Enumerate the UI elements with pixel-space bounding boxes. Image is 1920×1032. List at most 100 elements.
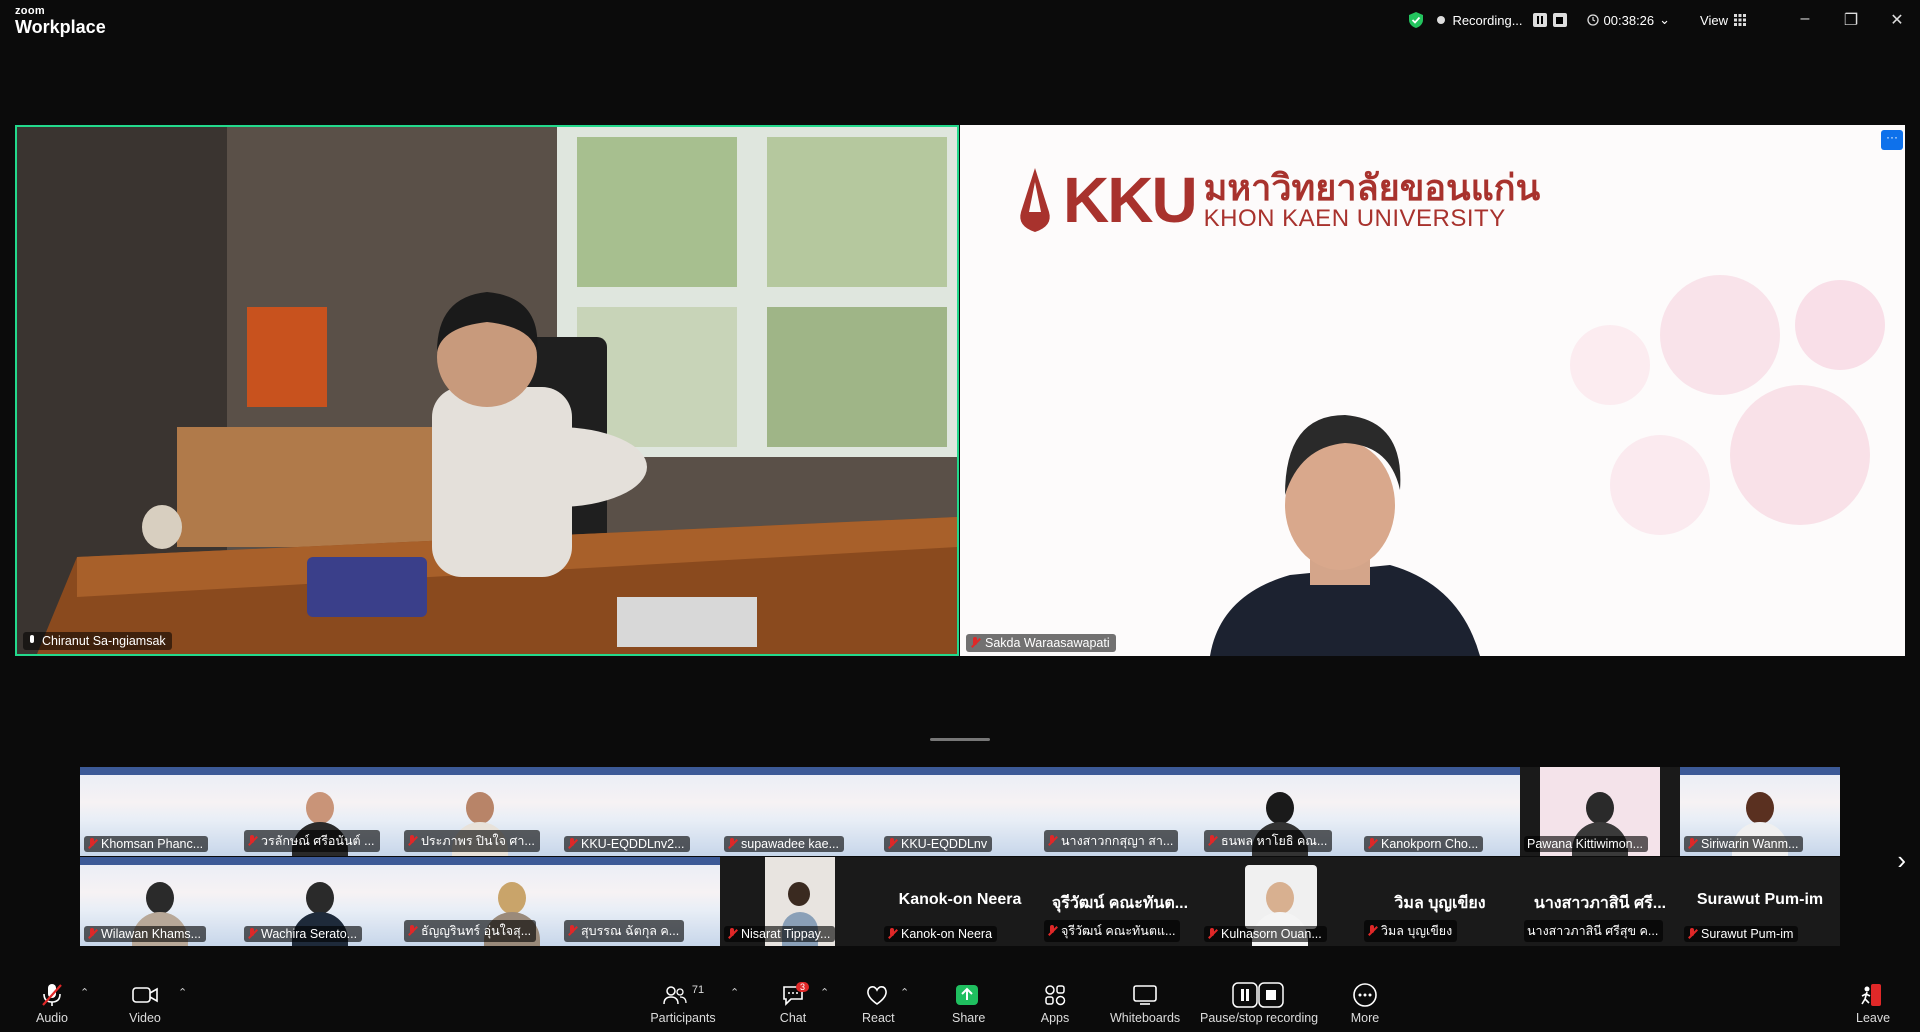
participant-nametag: KKU-EQDDLnv2...	[564, 836, 690, 852]
participant-nametag: Kanok-on Neera	[884, 926, 998, 942]
participant-tile[interactable]: Wachira Serato...	[240, 857, 400, 946]
participant-tile[interactable]: Nisarat Tippay...	[720, 857, 880, 946]
participant-name: สุบรรณ ฉัตกุล ค...	[581, 924, 680, 938]
participant-nametag: Khomsan Phanc...	[84, 836, 209, 852]
whiteboards-button[interactable]: Whiteboards	[1110, 982, 1180, 1025]
participant-nametag: Wilawan Khams...	[84, 926, 207, 942]
chat-label: Chat	[779, 1011, 807, 1025]
recording-label: Pause/stop recording	[1200, 1011, 1319, 1025]
gallery-next-page-icon[interactable]: ›	[1897, 845, 1906, 876]
participant-name: นางสาวกกสุญา สา...	[1061, 834, 1174, 848]
chevron-down-icon: ⌄	[1659, 12, 1671, 27]
participant-tile[interactable]: Kulnasorn Ouan...	[1200, 857, 1360, 946]
kku-english-name: KHON KAEN UNIVERSITY	[1203, 205, 1506, 233]
speaker-name: Chiranut Sa-ngiamsak	[42, 634, 166, 648]
participants-icon	[663, 986, 687, 1005]
participant-tile[interactable]: ธนพล หาโยธิ คณ...	[1200, 767, 1360, 856]
participant-name: นางสาวภาสินี ศรีสุข ค...	[1527, 924, 1659, 938]
participant-nametag: ประภาพร ปินใจ ศา...	[404, 830, 540, 852]
chat-button[interactable]: 3 Chat	[778, 982, 810, 1025]
pause-recording-button[interactable]	[1532, 13, 1547, 27]
stop-recording-button[interactable]	[1552, 13, 1567, 27]
participant-name: ประภาพร ปินใจ ศา...	[421, 834, 535, 848]
participant-tile[interactable]: นางสาวกกสุญา สา...	[1040, 767, 1200, 856]
participant-tile[interactable]: Wilawan Khams...	[80, 857, 240, 946]
participant-tile[interactable]: ธัญญรินทร์ อุ่นใจสุ...	[400, 857, 560, 946]
participant-display-name: นางสาวภาสินี ศรี...	[1533, 895, 1667, 912]
react-button[interactable]: React	[862, 982, 895, 1025]
muted-mic-icon	[887, 928, 897, 940]
participant-display-name: Surawut Pum-im	[1696, 891, 1824, 908]
leave-label: Leave	[1856, 1011, 1891, 1025]
stop-icon	[1556, 16, 1564, 24]
participant-nametag: supawadee kae...	[724, 836, 844, 852]
muted-mic-icon	[1687, 838, 1697, 850]
restore-icon[interactable]: ❐	[1828, 10, 1874, 30]
participant-tile[interactable]: วรลักษณ์ ศรีอนันต์ ...	[240, 767, 400, 856]
react-options-chevron-icon[interactable]: ⌃	[900, 986, 909, 999]
participant-tile[interactable]: supawadee kae...	[720, 767, 880, 856]
participant-tile[interactable]: KKU-EQDDLnv	[880, 767, 1040, 856]
pause-icon	[1536, 16, 1543, 24]
resize-handle[interactable]	[930, 738, 990, 741]
participant-tile[interactable]: Siriwarin Wanm...	[1680, 767, 1840, 856]
brand-title: Workplace	[15, 17, 106, 37]
video-button[interactable]: Video	[128, 982, 162, 1025]
participant-nametag: นางสาวภาสินี ศรีสุข ค...	[1524, 920, 1664, 942]
muted-mic-icon	[87, 838, 97, 850]
participant-tile[interactable]: Kanokporn Cho...	[1360, 767, 1520, 856]
participant-display-name: Kanok-on Neera	[898, 891, 1022, 908]
participant-tile[interactable]: สุบรรณ ฉัตกุล ค...	[560, 857, 720, 946]
recording-controls-icon	[1232, 982, 1284, 1008]
chat-options-chevron-icon[interactable]: ⌃	[820, 986, 829, 999]
participant-tile[interactable]: Khomsan Phanc...	[80, 767, 240, 856]
participant-tile[interactable]: ประภาพร ปินใจ ศา...	[400, 767, 560, 856]
apps-button[interactable]: Apps	[1040, 982, 1070, 1025]
meeting-timer[interactable]: 00:38:26 ⌄	[1586, 12, 1671, 28]
participant-nametag: วรลักษณ์ ศรีอนันต์ ...	[244, 830, 380, 852]
participants-options-chevron-icon[interactable]: ⌃	[730, 986, 739, 999]
react-label: React	[862, 1011, 895, 1025]
title-bar: zoom Workplace Recording... 00:38:26 ⌄ V…	[0, 0, 1920, 44]
zoom-logo: zoom Workplace	[15, 5, 106, 37]
more-options-icon[interactable]: ···	[1881, 130, 1903, 150]
participant-nametag: Siriwarin Wanm...	[1684, 836, 1804, 852]
brand-small: zoom	[15, 5, 45, 17]
audio-options-chevron-icon[interactable]: ⌃	[80, 986, 89, 999]
participant-display-name: วิมล บุญเขียง	[1394, 895, 1486, 912]
pause-stop-recording-button[interactable]: Pause/stop recording	[1200, 982, 1319, 1025]
leave-button[interactable]: Leave	[1856, 982, 1891, 1025]
apps-icon	[1045, 985, 1066, 1006]
more-label: More	[1350, 1011, 1380, 1025]
participant-tile[interactable]: Kanok-on Neera Kanok-on Neera	[880, 857, 1040, 946]
participants-button[interactable]: 71 Participants	[650, 982, 716, 1025]
speaker-video[interactable]: KKU มหาวิทยาลัยขอนแก่น KHON KAEN UNIVERS…	[960, 125, 1905, 656]
active-speaker-video[interactable]: Chiranut Sa-ngiamsak	[15, 125, 959, 656]
participant-nametag: KKU-EQDDLnv	[884, 836, 993, 852]
more-button[interactable]: More	[1350, 982, 1380, 1025]
mic-icon	[27, 635, 37, 647]
audio-button[interactable]: Audio	[30, 982, 74, 1025]
share-button[interactable]: Share	[952, 982, 985, 1025]
participant-tile[interactable]: Pawana Kittiwimon...	[1520, 767, 1680, 856]
participant-tile[interactable]: Surawut Pum-im Surawut Pum-im	[1680, 857, 1840, 946]
kku-logo: KKU มหาวิทยาลัยขอนแก่น KHON KAEN UNIVERS…	[1015, 163, 1540, 237]
clock-icon	[1586, 14, 1599, 26]
encryption-shield-icon[interactable]	[1407, 11, 1425, 29]
minimize-icon[interactable]: –	[1782, 10, 1828, 30]
muted-mic-icon	[727, 838, 737, 850]
view-button[interactable]: View	[1700, 13, 1746, 28]
participant-tile[interactable]: นางสาวภาสินี ศรี... นางสาวภาสินี ศรีสุข ค…	[1520, 857, 1680, 946]
participant-name: Surawut Pum-im	[1701, 927, 1794, 941]
participant-tile[interactable]: วิมล บุญเขียง วิมล บุญเขียง	[1360, 857, 1520, 946]
participant-name: Siriwarin Wanm...	[1701, 837, 1799, 851]
participant-tile[interactable]: จุรีวัฒน์ คณะทันต... จุรีวัฒน์ คณะทันตแ..…	[1040, 857, 1200, 946]
recording-indicator-icon	[1437, 16, 1446, 24]
participant-tile[interactable]: KKU-EQDDLnv2...	[560, 767, 720, 856]
kku-mark: KKU	[1063, 164, 1198, 236]
share-screen-icon	[956, 985, 978, 1005]
participants-count: 71	[691, 984, 705, 996]
video-options-chevron-icon[interactable]: ⌃	[178, 986, 187, 999]
close-icon[interactable]: ✕	[1874, 10, 1920, 30]
participant-name: วิมล บุญเขียง	[1381, 924, 1453, 938]
